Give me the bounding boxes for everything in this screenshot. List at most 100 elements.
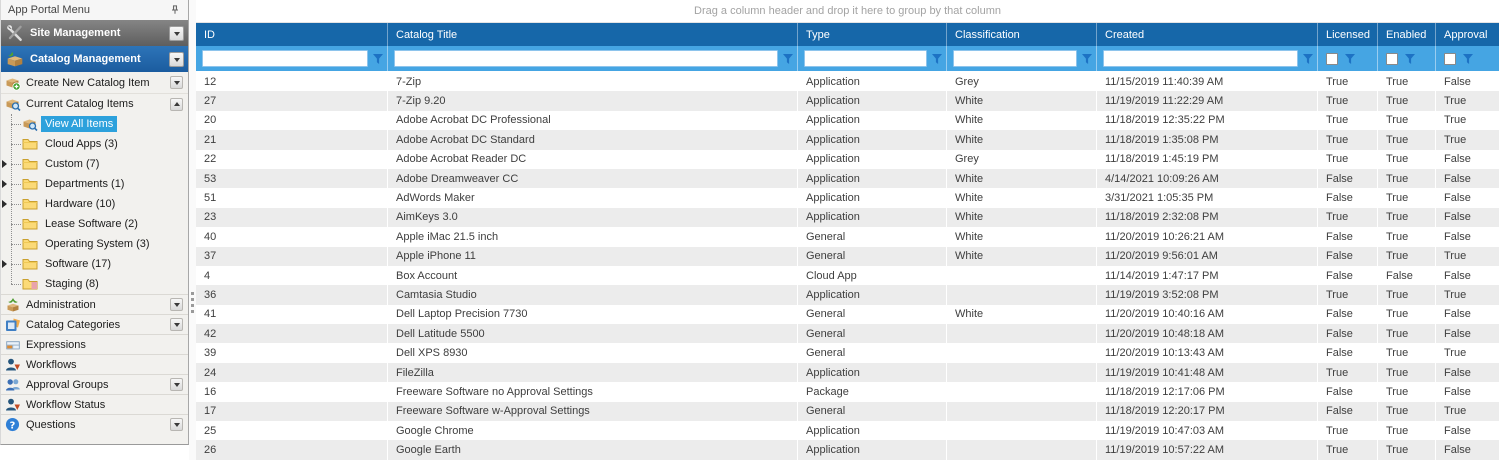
tree-item-label: Staging (8) — [41, 276, 103, 292]
filter-funnel-icon[interactable] — [1300, 54, 1315, 64]
cell-value: False — [1444, 425, 1471, 437]
filter-funnel-icon[interactable] — [1460, 54, 1475, 64]
table-row[interactable]: 36Camtasia StudioApplication11/19/2019 3… — [196, 285, 1499, 304]
sidebar-item-approval-groups[interactable]: Approval Groups — [1, 374, 188, 394]
cell-created: 11/18/2019 12:35:22 PM — [1097, 111, 1318, 130]
table-row[interactable]: 17Freeware Software w-Approval SettingsG… — [196, 402, 1499, 421]
created-filter-input[interactable] — [1103, 50, 1298, 67]
filter-funnel-icon[interactable] — [370, 54, 385, 64]
tree-item-cloud-apps[interactable]: Cloud Apps (3) — [1, 134, 188, 154]
catalog-title-filter-input[interactable] — [394, 50, 778, 67]
sidebar-item-catalog-categories[interactable]: Catalog Categories — [1, 314, 188, 334]
filter-funnel-icon[interactable] — [1079, 54, 1094, 64]
tree-item-software[interactable]: Software (17) — [1, 254, 188, 274]
classification-filter-input[interactable] — [953, 50, 1077, 67]
column-header-approval[interactable]: Approval — [1436, 23, 1499, 46]
cell-id: 39 — [196, 343, 388, 362]
table-row[interactable]: 42Dell Latitude 5500General11/20/2019 10… — [196, 324, 1499, 343]
cell-value: General — [806, 250, 845, 262]
cell-value: False — [1444, 76, 1471, 88]
enabled-filter-checkbox[interactable] — [1386, 53, 1398, 65]
cell-type: General — [798, 305, 947, 324]
table-row[interactable]: 16Freeware Software no Approval Settings… — [196, 382, 1499, 401]
type-filter-input[interactable] — [804, 50, 927, 67]
approval-filter-checkbox[interactable] — [1444, 53, 1456, 65]
tree-item-staging[interactable]: Staging (8) — [1, 274, 188, 294]
sidebar-section-catalog-management[interactable]: Catalog Management — [1, 46, 188, 72]
table-row[interactable]: 23AimKeys 3.0ApplicationWhite11/18/2019 … — [196, 208, 1499, 227]
cell-catalog-title: Freeware Software no Approval Settings — [388, 382, 798, 401]
cell-value: True — [1386, 153, 1408, 165]
id-filter-input[interactable] — [202, 50, 368, 67]
table-row[interactable]: 24FileZillaApplication11/19/2019 10:41:4… — [196, 363, 1499, 382]
table-row[interactable]: 51AdWords MakerApplicationWhite3/31/2021… — [196, 188, 1499, 207]
expand-arrow-icon[interactable] — [2, 260, 7, 268]
sidebar-item-current-catalog-items[interactable]: Current Catalog Items — [1, 93, 188, 114]
sidebar-item-workflows[interactable]: Workflows — [1, 354, 188, 374]
panel-splitter[interactable] — [189, 0, 196, 460]
tree-item-operating-system[interactable]: Operating System (3) — [1, 234, 188, 254]
cell-value: Package — [806, 386, 849, 398]
item-dropdown-button[interactable] — [170, 298, 183, 311]
tree-item-lease-software[interactable]: Lease Software (2) — [1, 214, 188, 234]
section-dropdown-button[interactable] — [169, 52, 184, 67]
table-row[interactable]: 21Adobe Acrobat DC StandardApplicationWh… — [196, 130, 1499, 149]
table-row[interactable]: 53Adobe Dreamweaver CCApplicationWhite4/… — [196, 169, 1499, 188]
column-header-created[interactable]: Created — [1097, 23, 1318, 46]
cell-created: 11/19/2019 10:47:03 AM — [1097, 421, 1318, 440]
sidebar-item-workflow-status[interactable]: Workflow Status — [1, 394, 188, 414]
table-row[interactable]: 20Adobe Acrobat DC ProfessionalApplicati… — [196, 111, 1499, 130]
group-by-bar[interactable]: Drag a column header and drop it here to… — [196, 0, 1499, 23]
item-dropdown-button[interactable] — [170, 378, 183, 391]
tree-item-custom[interactable]: Custom (7) — [1, 154, 188, 174]
sidebar-section-site-management[interactable]: Site Management — [1, 20, 188, 46]
item-dropdown-button[interactable] — [170, 318, 183, 331]
table-row[interactable]: 37Apple iPhone 11GeneralWhite11/20/2019 … — [196, 247, 1499, 266]
item-dropdown-button[interactable] — [170, 418, 183, 431]
filter-funnel-icon[interactable] — [929, 54, 944, 64]
filter-funnel-icon[interactable] — [1402, 54, 1417, 64]
item-dropdown-button[interactable] — [170, 98, 183, 111]
table-row[interactable]: 277-Zip 9.20ApplicationWhite11/19/2019 1… — [196, 91, 1499, 110]
sidebar-item-questions[interactable]: ?Questions — [1, 414, 188, 434]
sidebar-item-expressions[interactable]: Expressions — [1, 334, 188, 354]
table-row[interactable]: 4Box AccountCloud App11/14/2019 1:47:17 … — [196, 266, 1499, 285]
table-row[interactable]: 41Dell Laptop Precision 7730GeneralWhite… — [196, 305, 1499, 324]
pin-icon[interactable] — [168, 3, 182, 17]
table-row[interactable]: 26Google EarthApplication11/19/2019 10:5… — [196, 440, 1499, 459]
expand-arrow-icon[interactable] — [2, 200, 7, 208]
table-row[interactable]: 127-ZipApplicationGrey11/15/2019 11:40:3… — [196, 72, 1499, 91]
cell-enabled: True — [1378, 72, 1436, 91]
column-header-classification[interactable]: Classification — [947, 23, 1097, 46]
cell-value: False — [1444, 231, 1471, 243]
item-dropdown-button[interactable] — [170, 76, 183, 89]
sidebar-item-administration[interactable]: Administration — [1, 294, 188, 314]
tree-item-departments[interactable]: Departments (1) — [1, 174, 188, 194]
table-row[interactable]: 22Adobe Acrobat Reader DCApplicationGrey… — [196, 150, 1499, 169]
cell-id: 27 — [196, 91, 388, 110]
cell-id: 16 — [196, 382, 388, 401]
column-header-licensed[interactable]: Licensed — [1318, 23, 1378, 46]
cell-approval: True — [1436, 130, 1499, 149]
table-row[interactable]: 39Dell XPS 8930General11/20/2019 10:13:4… — [196, 343, 1499, 362]
column-header-label: Licensed — [1326, 29, 1370, 41]
column-header-type[interactable]: Type — [798, 23, 947, 46]
column-header-catalog-title[interactable]: Catalog Title — [388, 23, 798, 46]
cell-value: 12 — [204, 76, 216, 88]
expand-arrow-icon[interactable] — [2, 160, 7, 168]
tree-item-hardware[interactable]: Hardware (10) — [1, 194, 188, 214]
cell-id: 37 — [196, 247, 388, 266]
table-row[interactable]: 25Google ChromeApplication11/19/2019 10:… — [196, 421, 1499, 440]
filter-funnel-icon[interactable] — [1342, 54, 1357, 64]
licensed-filter-checkbox[interactable] — [1326, 53, 1338, 65]
sidebar-item-create-new-catalog-item[interactable]: Create New Catalog Item — [1, 72, 188, 93]
cell-enabled: True — [1378, 421, 1436, 440]
table-row[interactable]: 40Apple iMac 21.5 inchGeneralWhite11/20/… — [196, 227, 1499, 246]
column-header-enabled[interactable]: Enabled — [1378, 23, 1436, 46]
cell-value: True — [1386, 444, 1408, 456]
section-dropdown-button[interactable] — [169, 26, 184, 41]
column-header-id[interactable]: ID — [196, 23, 388, 46]
filter-funnel-icon[interactable] — [780, 54, 795, 64]
tree-item-view-all-items[interactable]: View All Items — [1, 114, 188, 134]
expand-arrow-icon[interactable] — [2, 180, 7, 188]
